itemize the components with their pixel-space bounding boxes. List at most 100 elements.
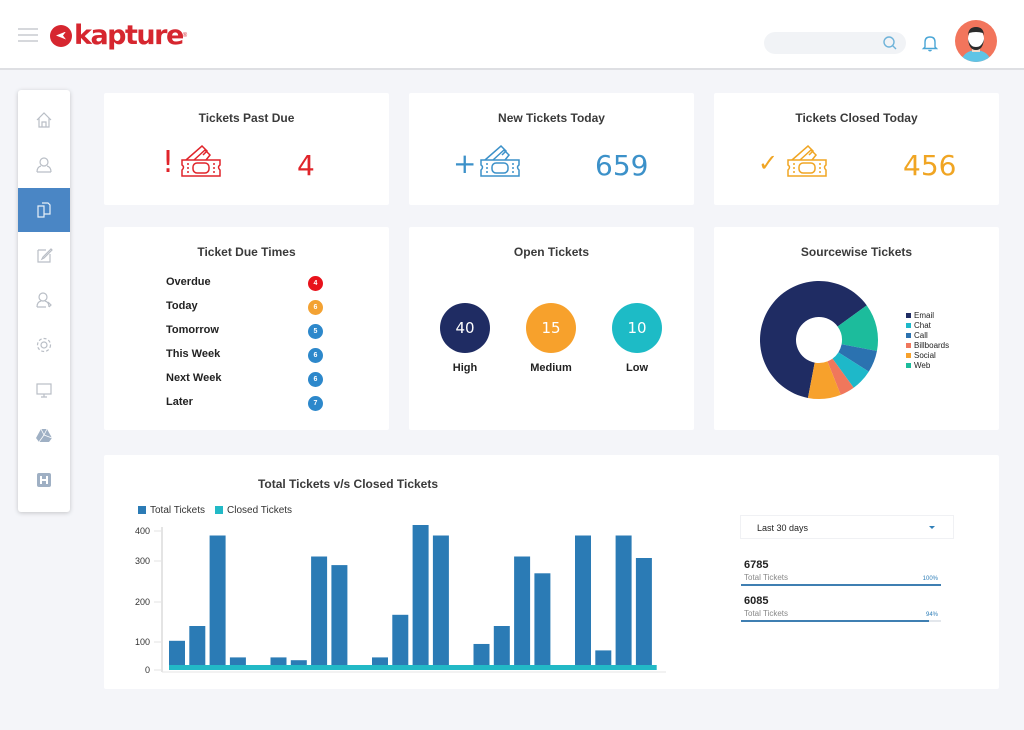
sidebar-item-home[interactable] bbox=[18, 98, 70, 142]
sidebar-item-settings[interactable] bbox=[18, 323, 70, 367]
legend-label: Chat bbox=[914, 321, 931, 330]
bar-total-tickets[interactable] bbox=[493, 626, 510, 670]
ticket-icon bbox=[181, 144, 221, 177]
due-row-tomorrow[interactable]: Tomorrow 5 bbox=[166, 324, 326, 340]
closed-tickets-label: Total Tickets bbox=[744, 609, 789, 618]
bar-closed-tickets[interactable] bbox=[554, 665, 576, 670]
y-tick-label: 200 bbox=[135, 597, 150, 607]
bar-total-tickets[interactable] bbox=[311, 556, 328, 671]
bar-closed-tickets[interactable] bbox=[615, 665, 637, 670]
logo-registered-mark: ® bbox=[182, 32, 188, 39]
legend-swatch bbox=[906, 343, 911, 349]
legend-item-web[interactable]: Web bbox=[906, 361, 930, 371]
bar-closed-tickets[interactable] bbox=[209, 665, 231, 670]
open-high-circle[interactable]: 40 bbox=[440, 303, 490, 353]
legend-item-social[interactable]: Social bbox=[906, 351, 936, 361]
bell-icon[interactable] bbox=[920, 33, 940, 53]
ticket-due-times-card: Ticket Due Times Overdue 4 Today 6 Tomorro… bbox=[104, 227, 389, 430]
bar-closed-tickets[interactable] bbox=[351, 665, 373, 670]
bar-closed-tickets[interactable] bbox=[595, 665, 617, 670]
open-high-label: High bbox=[452, 362, 478, 374]
bar-total-tickets[interactable] bbox=[432, 535, 449, 671]
progress-fill bbox=[741, 620, 929, 622]
due-count-badge: 6 bbox=[308, 300, 323, 315]
due-row-this-week[interactable]: This Week 6 bbox=[166, 348, 326, 364]
h-icon bbox=[37, 473, 51, 487]
ticket-icon bbox=[787, 144, 827, 177]
bar-closed-tickets[interactable] bbox=[270, 665, 292, 670]
due-row-overdue[interactable]: Overdue 4 bbox=[166, 276, 326, 292]
legend-label: Email bbox=[914, 311, 935, 320]
open-medium-circle[interactable]: 15 bbox=[526, 303, 576, 353]
bar-total-tickets[interactable] bbox=[412, 525, 429, 670]
bar-closed-tickets[interactable] bbox=[493, 665, 515, 670]
bar-total-tickets[interactable] bbox=[209, 535, 226, 671]
bar-closed-tickets[interactable] bbox=[392, 665, 414, 670]
total-tickets-percent: 100% bbox=[922, 576, 938, 582]
bar-total-tickets[interactable] bbox=[392, 614, 409, 670]
due-row-next-week[interactable]: Next Week 6 bbox=[166, 372, 326, 388]
bar-closed-tickets[interactable] bbox=[473, 665, 495, 670]
bar-closed-tickets[interactable] bbox=[331, 665, 353, 670]
bar-closed-tickets[interactable] bbox=[412, 665, 434, 670]
bar-closed-tickets[interactable] bbox=[169, 665, 190, 670]
new-tickets-today-card[interactable]: New Tickets Today + 659 bbox=[409, 93, 694, 205]
bar-closed-tickets[interactable] bbox=[432, 665, 454, 670]
bar-total-tickets[interactable] bbox=[575, 535, 591, 671]
bar-closed-tickets[interactable] bbox=[575, 665, 596, 670]
chevron-down-icon bbox=[929, 526, 935, 529]
bar-total-tickets[interactable] bbox=[331, 565, 348, 670]
home-icon bbox=[36, 112, 52, 128]
ticket-icon bbox=[480, 144, 520, 177]
date-range-dropdown[interactable]: Last 30 days bbox=[740, 515, 954, 539]
bar-total-tickets[interactable] bbox=[635, 558, 652, 670]
closed-tickets-progress bbox=[741, 620, 941, 622]
sidebar-item-edit[interactable] bbox=[18, 233, 70, 277]
bar-closed-tickets[interactable] bbox=[372, 665, 393, 670]
open-low-circle[interactable]: 10 bbox=[612, 303, 662, 353]
legend-swatch bbox=[906, 353, 911, 359]
due-row-today[interactable]: Today 6 bbox=[166, 300, 326, 316]
bar-closed-tickets[interactable] bbox=[453, 665, 474, 670]
legend-item-chat[interactable]: Chat bbox=[906, 321, 931, 331]
card-title: Open Tickets bbox=[513, 245, 590, 259]
bar-closed-tickets[interactable] bbox=[635, 665, 657, 670]
legend-item-billboards[interactable]: Billboards bbox=[906, 341, 949, 351]
card-title: New Tickets Today bbox=[498, 111, 605, 125]
sidebar-item-contacts[interactable] bbox=[18, 143, 70, 187]
legend-item-call[interactable]: Call bbox=[906, 331, 928, 341]
sidebar-item-drive[interactable] bbox=[18, 413, 70, 457]
due-row-later[interactable]: Later 7 bbox=[166, 396, 326, 412]
search-icon[interactable] bbox=[882, 35, 898, 51]
sidebar-item-tickets[interactable] bbox=[18, 188, 70, 232]
legend-label: Social bbox=[914, 351, 936, 360]
bar-total-tickets[interactable] bbox=[615, 535, 632, 671]
bar-closed-tickets[interactable] bbox=[514, 665, 535, 670]
bar-total-tickets[interactable] bbox=[514, 556, 531, 671]
due-count-badge: 6 bbox=[308, 348, 323, 363]
sourcewise-tickets-card: Sourcewise Tickets Email Chat Call Billboar… bbox=[714, 227, 999, 430]
due-label: Later bbox=[166, 396, 193, 408]
bar-closed-tickets[interactable] bbox=[290, 665, 312, 670]
progress-fill bbox=[741, 584, 941, 586]
user-avatar[interactable] bbox=[955, 20, 997, 62]
bar-total-tickets[interactable] bbox=[534, 573, 551, 670]
tickets-past-due-card[interactable]: Tickets Past Due ! 4 bbox=[104, 93, 389, 205]
bar-chart: 0 100 200 300 400 bbox=[135, 525, 666, 675]
sidebar-item-help[interactable] bbox=[18, 458, 70, 502]
kapture-logo[interactable]: kapture ® bbox=[50, 20, 187, 51]
due-label: Overdue bbox=[166, 276, 211, 288]
hamburger-menu-icon[interactable] bbox=[18, 28, 38, 42]
legend-item-email[interactable]: Email bbox=[906, 311, 934, 321]
top-bar: kapture ® bbox=[0, 0, 1024, 70]
bar-closed-tickets[interactable] bbox=[534, 665, 556, 670]
bar-closed-tickets[interactable] bbox=[311, 665, 332, 670]
bar-closed-tickets[interactable] bbox=[229, 665, 251, 670]
new-tickets-count: 659 bbox=[595, 149, 649, 182]
bar-total-tickets[interactable] bbox=[189, 626, 206, 670]
sidebar-item-monitor[interactable] bbox=[18, 368, 70, 412]
bar-closed-tickets[interactable] bbox=[189, 665, 211, 670]
bar-closed-tickets[interactable] bbox=[250, 665, 271, 670]
sidebar-item-agents[interactable] bbox=[18, 278, 70, 322]
tickets-closed-today-card[interactable]: Tickets Closed Today ✓ 456 bbox=[714, 93, 999, 205]
